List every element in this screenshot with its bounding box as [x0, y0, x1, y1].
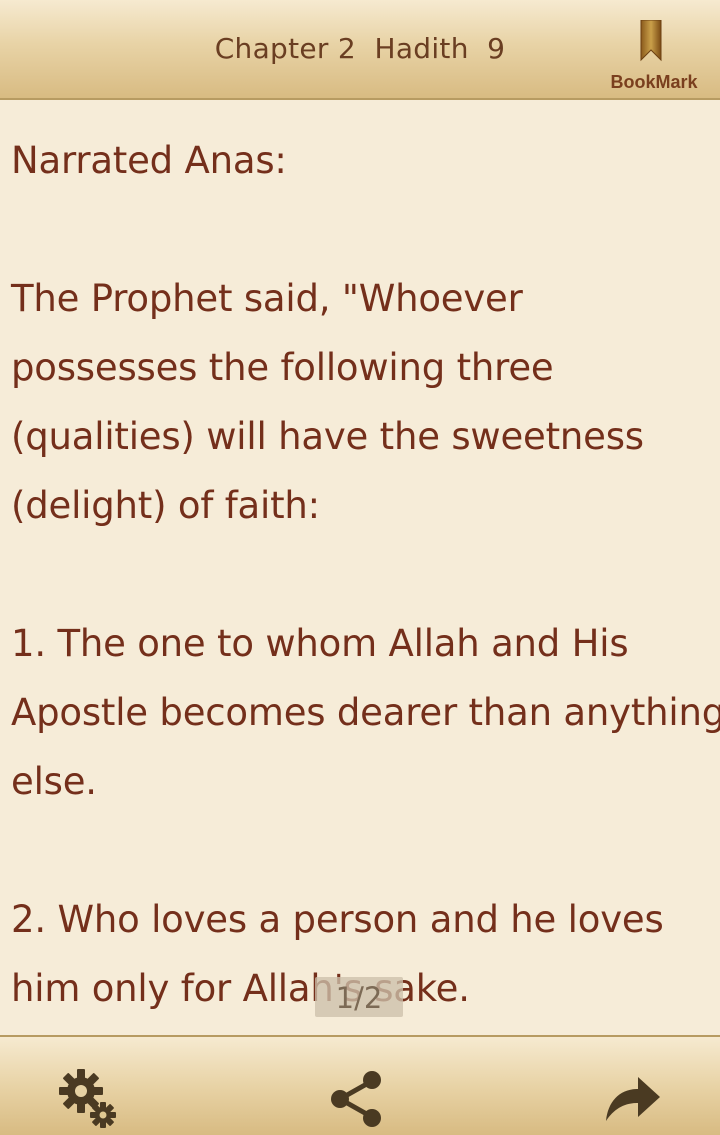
bottom-toolbar [0, 1035, 720, 1135]
share-icon [331, 1071, 381, 1127]
bookmark-icon [640, 20, 662, 62]
text-line: else. [11, 760, 97, 803]
next-button[interactable] [600, 1065, 664, 1129]
page-indicator: 1/2 [315, 977, 403, 1017]
text-line: Narrated Anas: [11, 139, 287, 182]
text-line: possesses the following three [11, 346, 554, 389]
hadith-label: Hadith [374, 32, 469, 65]
text-line: (qualities) will have the sweetness [11, 415, 644, 458]
hadith-number: 9 [487, 32, 506, 65]
hadith-text-area[interactable]: Narrated Anas: The Prophet said, "Whoeve… [0, 100, 720, 1035]
text-line: The Prophet said, "Whoever [11, 277, 523, 320]
text-line: (delight) of faith: [11, 484, 320, 527]
settings-button[interactable] [55, 1065, 119, 1129]
text-line: Apostle becomes dearer than anything [11, 691, 720, 734]
settings-icon [59, 1069, 116, 1128]
chapter-label: Chapter 2 [214, 32, 357, 65]
bookmark-button[interactable]: BookMark [606, 16, 702, 96]
forward-icon [606, 1077, 660, 1121]
text-line: 1. The one to whom Allah and His [11, 622, 629, 665]
share-button[interactable] [326, 1065, 390, 1129]
bookmark-label: BookMark [610, 72, 698, 92]
top-bar: Chapter 2 Hadith 9 BookMark [0, 0, 720, 100]
hadith-text: Narrated Anas: The Prophet said, "Whoeve… [11, 126, 720, 1023]
text-line: 2. Who loves a person and he loves [11, 898, 664, 941]
